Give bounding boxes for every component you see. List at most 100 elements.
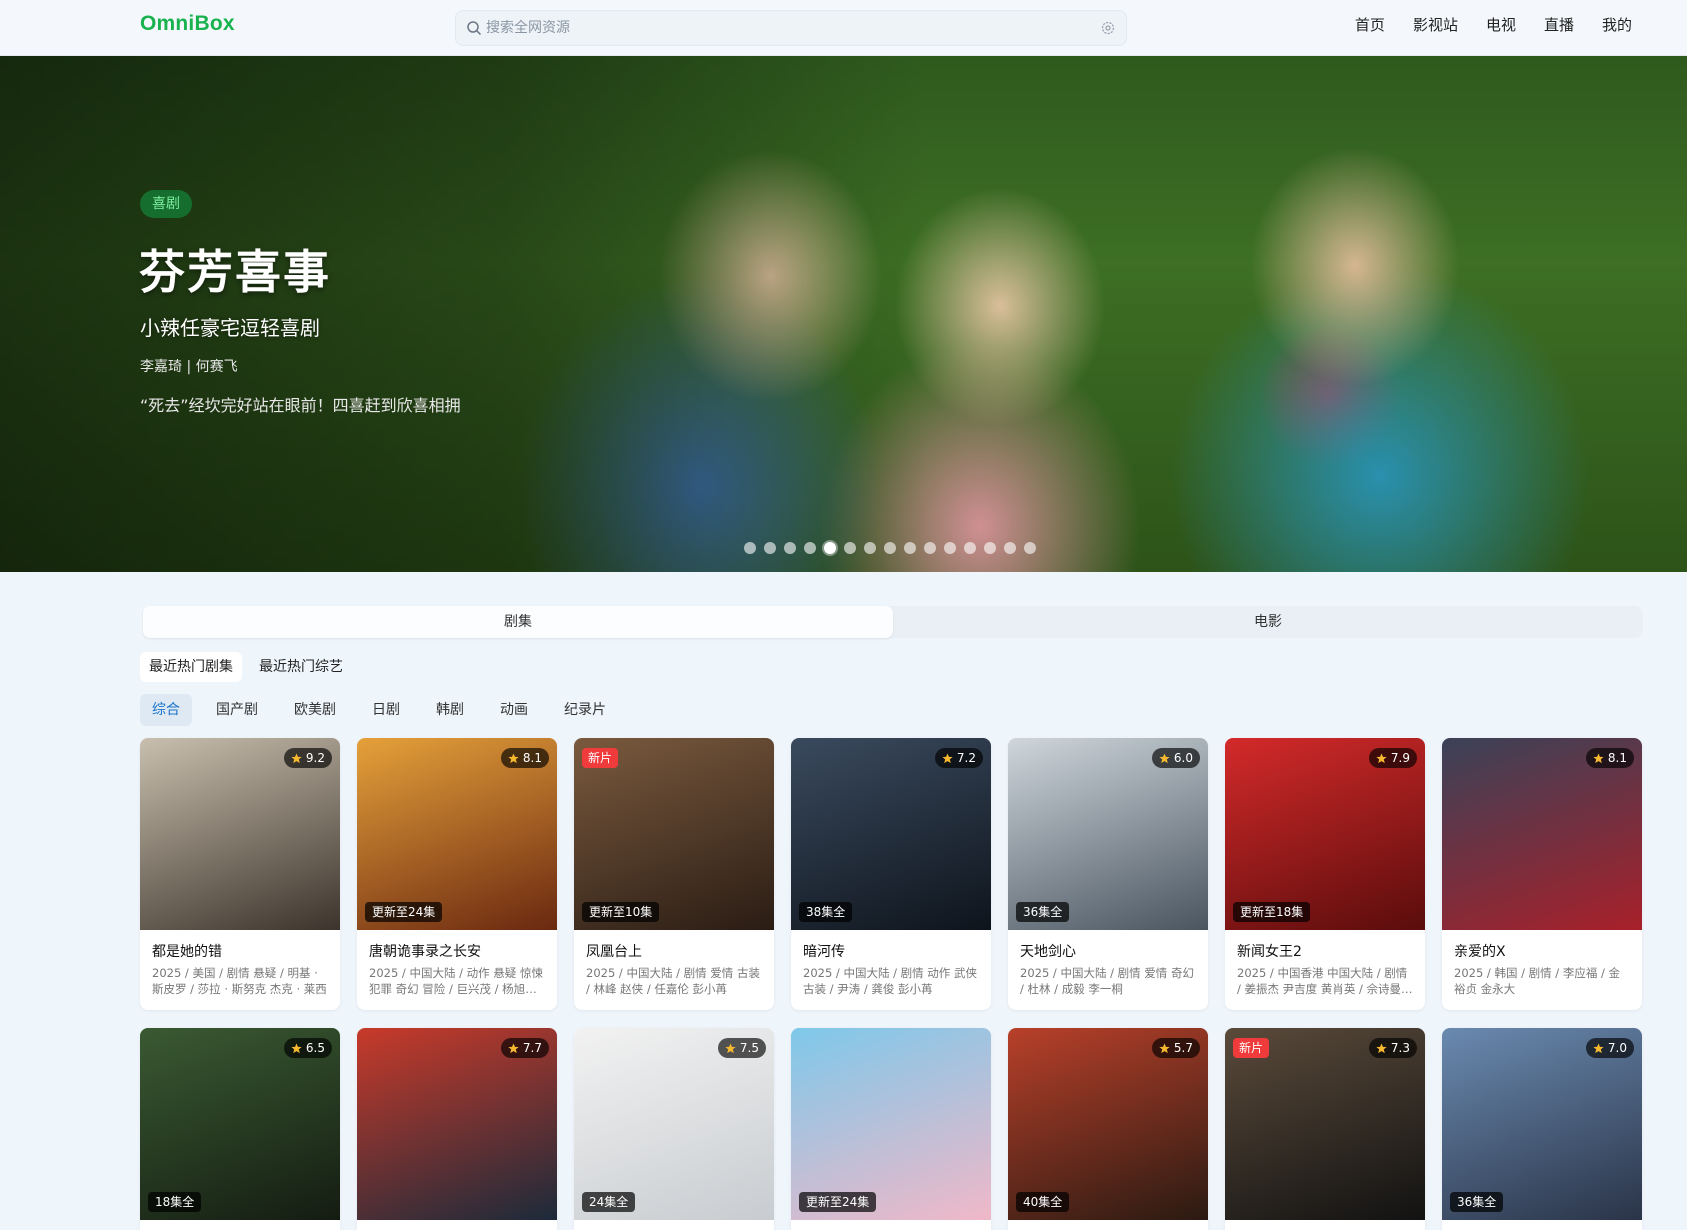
nav-sites[interactable]: 影视站 <box>1413 14 1458 35</box>
card-meta: 2025 / 中国大陆 / 动作 悬疑 惊悚 犯罪 奇幻 冒险 / 巨兴茂 / … <box>369 966 543 996</box>
poster-image[interactable]: 7.2 38集全 <box>791 738 991 930</box>
category-western[interactable]: 欧美剧 <box>282 694 348 726</box>
carousel-dot[interactable] <box>884 542 896 554</box>
rating-badge: 8.1 <box>1585 748 1634 768</box>
episode-badge: 24集全 <box>582 1192 636 1212</box>
hero-cast: 李嘉琦 | 何赛飞 <box>140 359 238 375</box>
carousel-dot[interactable] <box>924 542 936 554</box>
media-card[interactable]: 7.2 38集全 暗河传 2025 / 中国大陆 / 剧情 动作 武侠 古装 / 尹涛… <box>791 738 991 1010</box>
poster-image[interactable]: 7.7 <box>357 1028 557 1220</box>
rating-value: 7.0 <box>1607 1041 1627 1055</box>
carousel-dot[interactable] <box>804 542 816 554</box>
nav-live[interactable]: 直播 <box>1544 14 1574 35</box>
media-card[interactable]: 6.5 18集全 <box>140 1028 340 1230</box>
carousel-dot[interactable] <box>864 542 876 554</box>
media-card[interactable]: 6.0 36集全天地剑心 2025 / 中国大陆 / 剧情 爱情 奇幻 / 杜林 /… <box>1008 738 1208 1010</box>
carousel-dot[interactable] <box>964 542 976 554</box>
carousel-dot[interactable] <box>844 542 856 554</box>
category-domestic[interactable]: 国产剧 <box>204 694 270 726</box>
poster-image[interactable]: 6.0 36集全 <box>1008 738 1208 930</box>
search-icon <box>467 21 482 36</box>
category-all[interactable]: 综合 <box>140 694 192 726</box>
rating-badge: 8.1 <box>500 748 549 768</box>
tab-movies[interactable]: 电影 <box>893 606 1643 638</box>
card-title[interactable]: 亲爱的X <box>1454 941 1630 961</box>
card-title[interactable]: 暗河传 <box>803 941 979 961</box>
card-meta: 2025 / 中国大陆 / 剧情 爱情 古装 / 林峰 赵侠 / 任嘉伦 彭小苒 <box>586 966 760 996</box>
episode-badge: 38集全 <box>799 902 853 922</box>
carousel-dot[interactable] <box>944 542 956 554</box>
card-title[interactable]: 天地剑心 <box>1020 941 1196 961</box>
media-card[interactable]: 8.1 亲爱的X 2025 / 韩国 / 剧情 / 李应福 / 金裕贞 金永大 <box>1442 738 1642 1010</box>
category-korean[interactable]: 韩剧 <box>424 694 476 726</box>
category-anime[interactable]: 动画 <box>488 694 540 726</box>
poster-image[interactable]: 更新至24集 <box>791 1028 991 1220</box>
poster-image[interactable]: 5.7 40集全 <box>1008 1028 1208 1220</box>
subtab-hot-variety[interactable]: 最近热门综艺 <box>250 652 352 682</box>
poster-image[interactable]: 7.3 新片 <box>1225 1028 1425 1220</box>
media-card[interactable]: 7.5 24集全 <box>574 1028 774 1230</box>
poster-image[interactable]: 新片 更新至10集 <box>574 738 774 930</box>
poster-image[interactable]: 7.9 更新至18集 <box>1225 738 1425 930</box>
search-input[interactable] <box>486 11 1046 45</box>
card-meta: 2025 / 中国大陆 / 剧情 爱情 奇幻 / 杜林 / 成毅 李一桐 <box>1020 966 1194 996</box>
star-icon <box>725 1042 736 1053</box>
rating-value: 9.2 <box>305 751 325 765</box>
carousel-dot[interactable] <box>984 542 996 554</box>
carousel-dot[interactable] <box>1004 542 1016 554</box>
media-card[interactable]: 更新至24集 <box>791 1028 991 1230</box>
media-card[interactable]: 7.9 更新至18集新闻女王2 2025 / 中国香港 中国大陆 / 剧情 / 姜振… <box>1225 738 1425 1010</box>
nav-mine[interactable]: 我的 <box>1602 14 1632 35</box>
content-type-tabs: 剧集 电影 <box>143 606 1643 638</box>
carousel-dot[interactable] <box>904 542 916 554</box>
nav-tv[interactable]: 电视 <box>1486 14 1516 35</box>
hero-banner[interactable]: 喜剧 芬芳喜事 小辣任豪宅逗轻喜剧 李嘉琦 | 何赛飞 “死去”经坎完好站在眼前… <box>0 56 1687 572</box>
gear-icon[interactable] <box>1100 20 1116 36</box>
poster-image[interactable]: 8.1 更新至24集 <box>357 738 557 930</box>
rating-value: 7.2 <box>956 751 976 765</box>
rating-value: 7.5 <box>739 1041 759 1055</box>
poster-image[interactable]: 9.2 <box>140 738 340 930</box>
star-icon <box>942 752 953 763</box>
carousel-dot[interactable] <box>764 542 776 554</box>
card-title[interactable]: 唐朝诡事录之长安 <box>369 941 545 961</box>
category-filter: 综合 国产剧 欧美剧 日剧 韩剧 动画 纪录片 <box>140 694 618 726</box>
rating-badge: 7.2 <box>934 748 983 768</box>
star-icon <box>508 752 519 763</box>
carousel-dots <box>744 542 1036 554</box>
nav-home[interactable]: 首页 <box>1355 14 1385 35</box>
card-meta: 2025 / 韩国 / 剧情 / 李应福 / 金裕贞 金永大 <box>1454 966 1621 996</box>
category-japanese[interactable]: 日剧 <box>360 694 412 726</box>
search-box[interactable] <box>455 10 1127 46</box>
carousel-dot[interactable] <box>784 542 796 554</box>
poster-image[interactable]: 6.5 18集全 <box>140 1028 340 1220</box>
card-title[interactable]: 凤凰台上 <box>586 941 762 961</box>
card-info: 都是她的错 2025 / 美国 / 剧情 悬疑 / 明基 · 斯皮罗 / 莎拉 ·… <box>140 930 340 1007</box>
media-card[interactable]: 7.0 36集全 <box>1442 1028 1642 1230</box>
carousel-dot[interactable] <box>824 542 836 554</box>
tab-series[interactable]: 剧集 <box>143 606 893 638</box>
poster-image[interactable]: 7.0 36集全 <box>1442 1028 1642 1220</box>
media-card[interactable]: 新片 更新至10集凤凰台上 2025 / 中国大陆 / 剧情 爱情 古装 / 林峰 … <box>574 738 774 1010</box>
carousel-dot[interactable] <box>744 542 756 554</box>
star-icon <box>1593 752 1604 763</box>
card-title[interactable]: 新闻女王2 <box>1237 941 1413 961</box>
logo[interactable]: OmniBox <box>140 12 235 36</box>
rating-badge: 7.0 <box>1585 1038 1634 1058</box>
media-card[interactable]: 5.7 40集全 <box>1008 1028 1208 1230</box>
carousel-dot[interactable] <box>1024 542 1036 554</box>
media-card[interactable]: 7.3 新片 <box>1225 1028 1425 1230</box>
card-meta: 2025 / 中国香港 中国大陆 / 剧情 / 姜振杰 尹吉度 黄肖英 / 佘诗… <box>1237 966 1408 996</box>
category-documentary[interactable]: 纪录片 <box>552 694 618 726</box>
hero-description: “死去”经坎完好站在眼前！四喜赶到欣喜相拥 <box>140 396 461 415</box>
card-title[interactable]: 都是她的错 <box>152 941 328 961</box>
rating-value: 7.3 <box>1390 1041 1410 1055</box>
poster-image[interactable]: 8.1 <box>1442 738 1642 930</box>
sub-tabs: 最近热门剧集 最近热门综艺 <box>140 652 352 682</box>
media-card[interactable]: 7.7 <box>357 1028 557 1230</box>
poster-image[interactable]: 7.5 24集全 <box>574 1028 774 1220</box>
media-card[interactable]: 8.1 更新至24集唐朝诡事录之长安 2025 / 中国大陆 / 动作 悬疑 惊悚 … <box>357 738 557 1010</box>
subtab-hot-series[interactable]: 最近热门剧集 <box>140 652 242 682</box>
media-card[interactable]: 9.2 都是她的错 2025 / 美国 / 剧情 悬疑 / 明基 · 斯皮罗 / 莎… <box>140 738 340 1010</box>
episode-badge: 更新至24集 <box>365 902 443 922</box>
